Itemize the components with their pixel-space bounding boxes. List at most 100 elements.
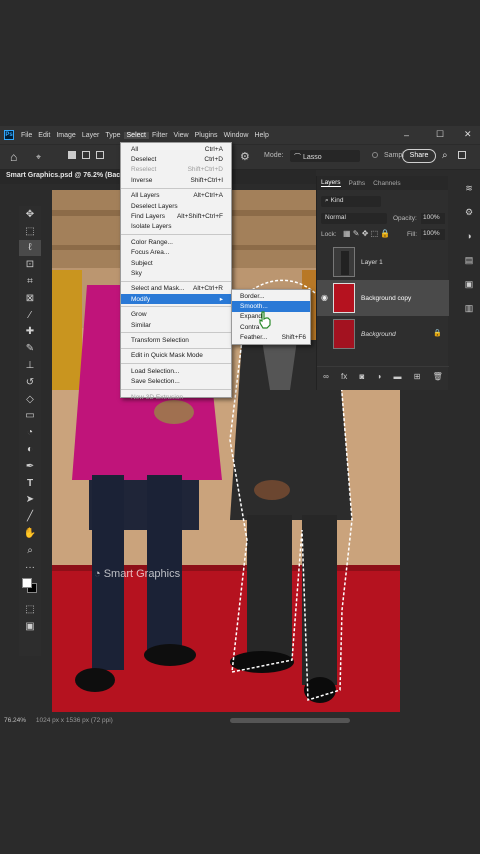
menu-item-all[interactable]: All Ctrl+A (121, 144, 231, 154)
panel-tab-channels[interactable]: Channels (373, 180, 400, 187)
gear-icon[interactable]: ⚙ (240, 150, 250, 163)
add-selection-icon[interactable] (82, 151, 90, 159)
menu-plugins[interactable]: Plugins (192, 132, 221, 139)
workspace-icon[interactable] (458, 151, 466, 159)
menu-item-new-3d-extrusion[interactable]: New 3D Extrusion (121, 392, 231, 402)
history-brush-icon[interactable]: ↺ (19, 374, 41, 391)
lock-icons[interactable]: ▦ ✎ ✥ ⬚ 🔒 (343, 229, 390, 238)
group-folder-icon[interactable]: ▬ (394, 372, 402, 381)
menu-item-find-layers[interactable]: Find Layers Alt+Shift+Ctrl+F (121, 211, 231, 221)
history-icon[interactable]: ▣ (458, 272, 480, 296)
menu-type[interactable]: Type (102, 132, 123, 139)
blur-tool-icon[interactable]: ◔ (19, 424, 41, 441)
line-tool-icon[interactable]: ╱ (19, 508, 41, 525)
more-tools-icon[interactable]: ··· (19, 559, 41, 576)
horizontal-scrollbar[interactable] (230, 718, 350, 723)
object-select-tool-icon[interactable]: ⊡ (19, 256, 41, 273)
menu-filter[interactable]: Filter (149, 132, 171, 139)
eraser-tool-icon[interactable]: ◇ (19, 391, 41, 408)
panel-tab-layers[interactable]: Layers (321, 179, 341, 187)
lasso-tool-icon[interactable]: ℓ (19, 239, 41, 257)
layer-row-background[interactable]: Background 🔒 (317, 316, 449, 352)
panel-tab-paths[interactable]: Paths (349, 180, 366, 187)
menu-help[interactable]: Help (251, 132, 271, 139)
menu-item-subject[interactable]: Subject (121, 258, 231, 268)
stamp-tool-icon[interactable]: ⊥ (19, 357, 41, 374)
menu-item-select-and-mask[interactable]: Select and Mask... Alt+Ctrl+R (121, 284, 231, 294)
menu-item-save-selection[interactable]: Save Selection... (121, 376, 231, 386)
layers-stack-icon[interactable]: ≋ (458, 176, 480, 200)
menu-item-grow[interactable]: Grow (121, 309, 231, 319)
menu-edit[interactable]: Edit (35, 132, 53, 139)
color-swatches-icon[interactable] (19, 576, 41, 602)
visibility-eye-icon[interactable]: ◉ (321, 293, 328, 302)
blend-mode-select[interactable]: Normal (321, 213, 387, 224)
zoom-tool-icon[interactable]: ⌕ (19, 542, 41, 559)
menu-select[interactable]: Select (123, 131, 149, 139)
hand-tool-icon[interactable]: ✋ (19, 525, 41, 542)
menu-item-sky[interactable]: Sky (121, 268, 231, 278)
menu-item-deselect-layers[interactable]: Deselect Layers (121, 201, 231, 211)
opacity-input[interactable]: 100% (421, 213, 445, 224)
mode-select[interactable]: ⌒ Lasso (290, 150, 360, 162)
share-button[interactable]: Share (402, 149, 436, 163)
adjustment-icon[interactable]: ◑ (376, 372, 381, 381)
marquee-tool-icon[interactable]: ⬚ (19, 223, 41, 240)
home-icon[interactable]: ⌂ (10, 150, 17, 164)
filter-kind-select[interactable]: ⌕ Kind (321, 196, 381, 207)
frame-tool-icon[interactable]: ⊠ (19, 290, 41, 307)
type-tool-icon[interactable]: T (19, 475, 41, 492)
link-layers-icon[interactable]: ∞ (323, 372, 329, 381)
menu-item-inverse[interactable]: Inverse Shift+Ctrl+I (121, 175, 231, 185)
path-select-icon[interactable]: ➤ (19, 492, 41, 509)
brush-tool-icon[interactable]: ✎ (19, 340, 41, 357)
pen-tool-icon[interactable]: ✒ (19, 458, 41, 475)
menu-item-deselect[interactable]: Deselect Ctrl+D (121, 154, 231, 164)
adjustments-icon[interactable]: ◑ (458, 224, 480, 248)
layer-row-background-copy[interactable]: ◉ Background copy (317, 280, 449, 316)
menu-item-reselect[interactable]: Reselect Shift+Ctrl+D (121, 165, 231, 175)
menu-item-all-layers[interactable]: All Layers Alt+Ctrl+A (121, 191, 231, 201)
menu-layer[interactable]: Layer (79, 132, 103, 139)
menu-view[interactable]: View (171, 132, 192, 139)
new-selection-icon[interactable] (68, 151, 76, 159)
menu-image[interactable]: Image (53, 132, 78, 139)
quick-mask-icon[interactable]: ⬚ (19, 602, 41, 619)
close-icon[interactable]: ✕ (464, 129, 472, 140)
search-icon[interactable]: ⌕ (442, 150, 448, 161)
menu-item-load-selection[interactable]: Load Selection... (121, 366, 231, 376)
fx-icon[interactable]: fx (341, 372, 347, 381)
move-tool-icon[interactable]: ✥ (19, 206, 41, 223)
sample-radio[interactable] (372, 152, 378, 158)
menu-item-focus-area[interactable]: Focus Area... (121, 248, 231, 258)
gradient-tool-icon[interactable]: ▭ (19, 408, 41, 425)
eyedropper-tool-icon[interactable]: ⁄ (19, 307, 41, 324)
menu-file[interactable]: File (18, 132, 35, 139)
libraries-icon[interactable]: ▤ (458, 248, 480, 272)
menu-item-similar[interactable]: Similar (121, 320, 231, 330)
healing-brush-icon[interactable]: ✚ (19, 324, 41, 341)
lasso-tool-preset-icon[interactable]: ⌖ (36, 152, 41, 163)
subtract-selection-icon[interactable] (96, 151, 104, 159)
layer-row-layer1[interactable]: Layer 1 (317, 244, 449, 280)
menu-item-transform-selection[interactable]: Transform Selection (121, 335, 231, 345)
channels-icon[interactable]: ▥ (458, 296, 480, 320)
submenu-item-feather[interactable]: Feather... Shift+F6 (232, 333, 310, 343)
menu-item-edit-in-quick-mask-mode[interactable]: Edit in Quick Mask Mode (121, 351, 231, 361)
trash-icon[interactable]: 🗑 (433, 372, 443, 381)
minimize-icon[interactable]: – (404, 130, 409, 140)
fill-input[interactable]: 100% (421, 229, 445, 240)
menu-item-color-range[interactable]: Color Range... (121, 237, 231, 247)
menu-window[interactable]: Window (221, 132, 252, 139)
properties-icon[interactable]: ⚙ (458, 200, 480, 224)
dodge-tool-icon[interactable]: ◐ (19, 441, 41, 458)
menu-item-isolate-layers[interactable]: Isolate Layers (121, 222, 231, 232)
new-layer-icon[interactable]: ⊞ (414, 372, 421, 381)
maximize-icon[interactable]: ☐ (436, 129, 444, 140)
mask-icon[interactable]: ◙ (359, 372, 364, 381)
screen-mode-icon[interactable]: ▣ (19, 618, 41, 635)
zoom-readout[interactable]: 76.24% (4, 717, 26, 724)
crop-tool-icon[interactable]: ⌗ (19, 273, 41, 290)
submenu-item-border[interactable]: Border... (232, 291, 310, 301)
menu-item-modify[interactable]: Modify ▸ (121, 294, 231, 305)
